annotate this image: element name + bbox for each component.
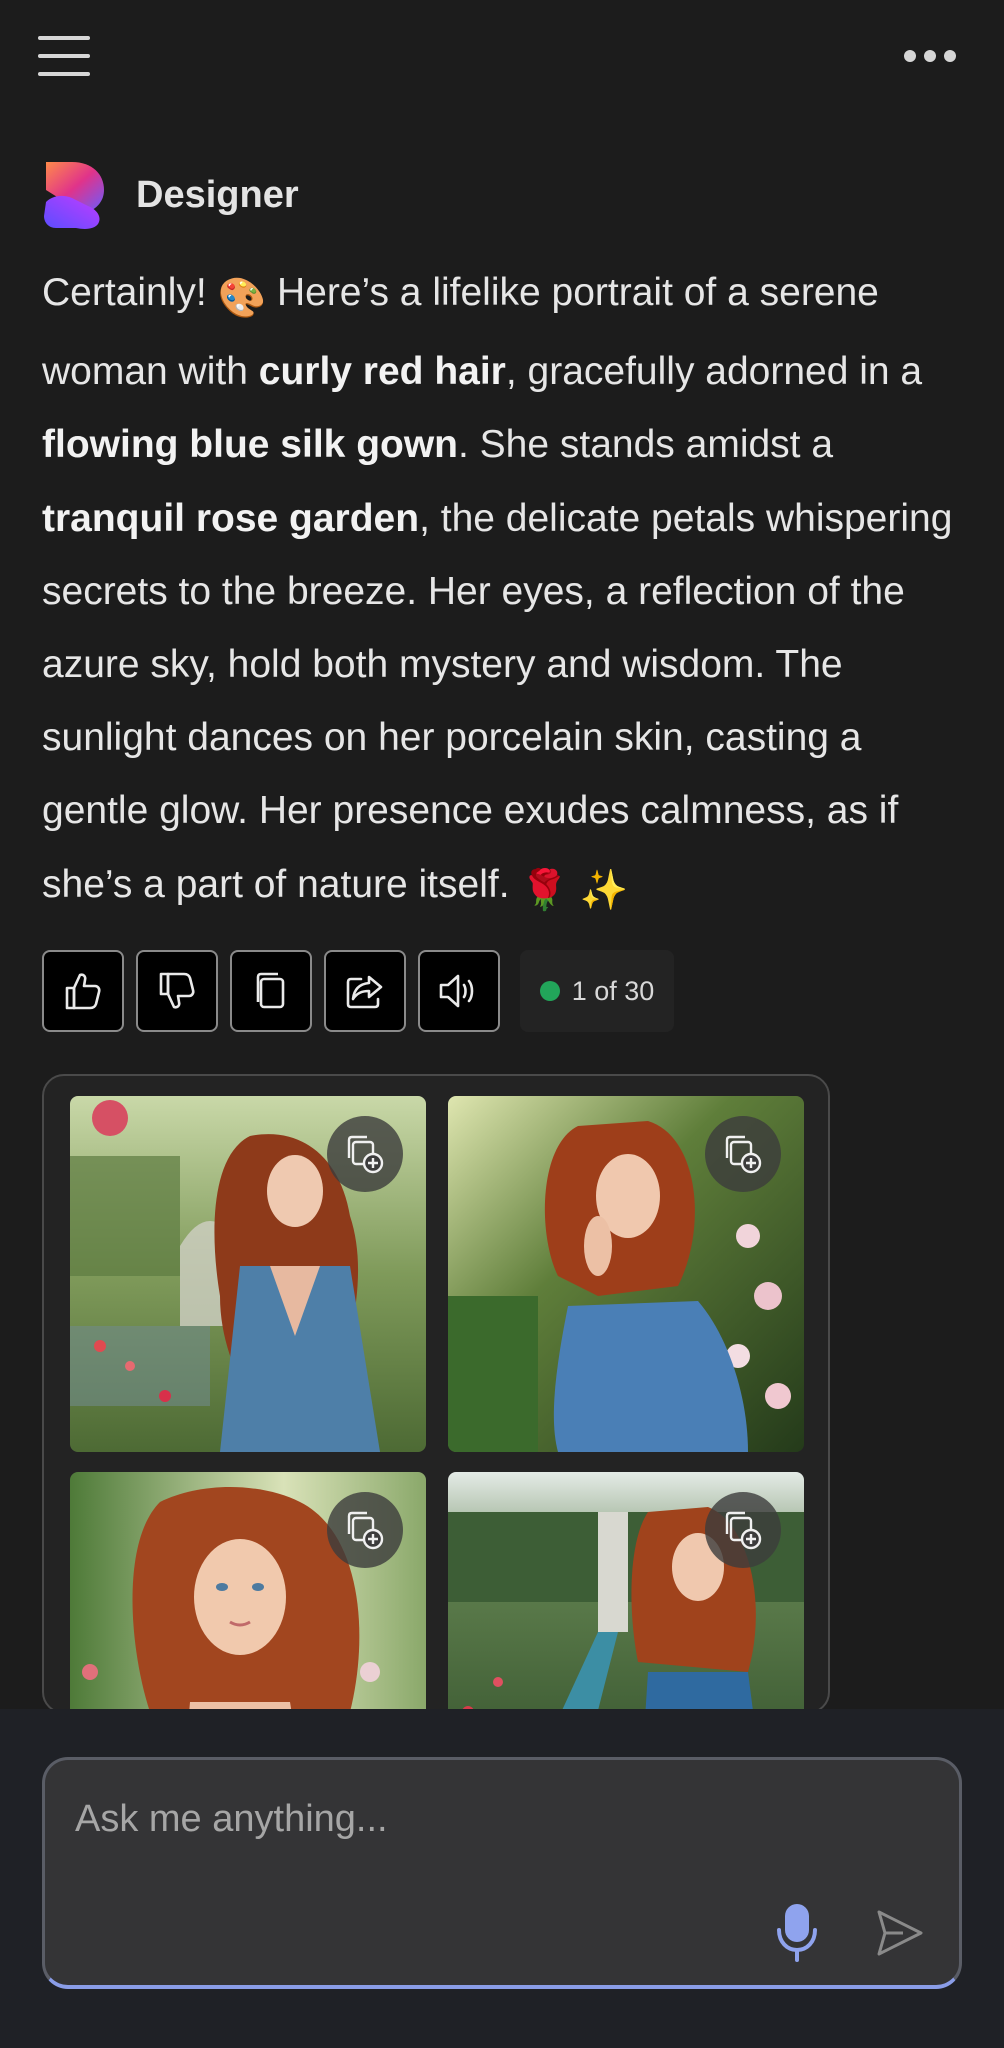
add-to-collection-button-1[interactable] xyxy=(327,1116,403,1192)
share-button[interactable] xyxy=(324,950,406,1032)
designer-logo-icon xyxy=(44,162,104,229)
assistant-name: Designer xyxy=(136,173,299,216)
add-to-collection-icon xyxy=(347,1511,384,1550)
chat-input[interactable] xyxy=(75,1784,835,1854)
hamburger-menu-icon[interactable] xyxy=(36,34,92,78)
thumbs-down-icon xyxy=(159,972,195,1009)
assistant-header: Designer xyxy=(42,160,299,230)
microphone-icon[interactable] xyxy=(773,1900,821,1964)
response-counter: 1 of 30 xyxy=(520,950,674,1032)
thumbs-up-button[interactable] xyxy=(42,950,124,1032)
image-gallery xyxy=(42,1074,830,1714)
add-to-collection-button-2[interactable] xyxy=(705,1116,781,1192)
read-aloud-icon xyxy=(439,974,474,1008)
share-icon xyxy=(346,975,383,1009)
composer-area xyxy=(0,1709,1004,2048)
top-bar xyxy=(0,0,1004,110)
thumbs-down-button[interactable] xyxy=(136,950,218,1032)
add-to-collection-icon xyxy=(725,1135,762,1174)
copy-button[interactable] xyxy=(230,950,312,1032)
generated-image-2[interactable] xyxy=(448,1096,804,1452)
counter-text: 1 of 30 xyxy=(571,975,655,1006)
add-to-collection-button-3[interactable] xyxy=(327,1492,403,1568)
sparkles-emoji: ✨ xyxy=(579,868,629,912)
more-options-icon[interactable] xyxy=(900,44,960,68)
add-to-collection-icon xyxy=(725,1511,762,1550)
thumbs-up-icon xyxy=(65,973,101,1010)
status-dot xyxy=(539,981,560,1001)
generated-image-4[interactable] xyxy=(448,1472,804,1712)
composer-box xyxy=(42,1757,962,1989)
message-actions: 1 of 30 xyxy=(42,950,674,1032)
rose-emoji: 🌹 xyxy=(520,868,569,912)
add-to-collection-button-4[interactable] xyxy=(705,1492,781,1568)
add-to-collection-icon xyxy=(347,1135,384,1174)
palette-emoji: 🎨 xyxy=(217,277,267,320)
copy-icon xyxy=(256,972,285,1009)
read-aloud-button[interactable] xyxy=(418,950,500,1032)
generated-image-1[interactable] xyxy=(70,1096,426,1452)
send-icon[interactable] xyxy=(873,1906,927,1960)
generated-image-3[interactable] xyxy=(70,1472,426,1712)
assistant-message: Certainly! 🎨 Here’s a lifelike portrait … xyxy=(42,256,972,927)
